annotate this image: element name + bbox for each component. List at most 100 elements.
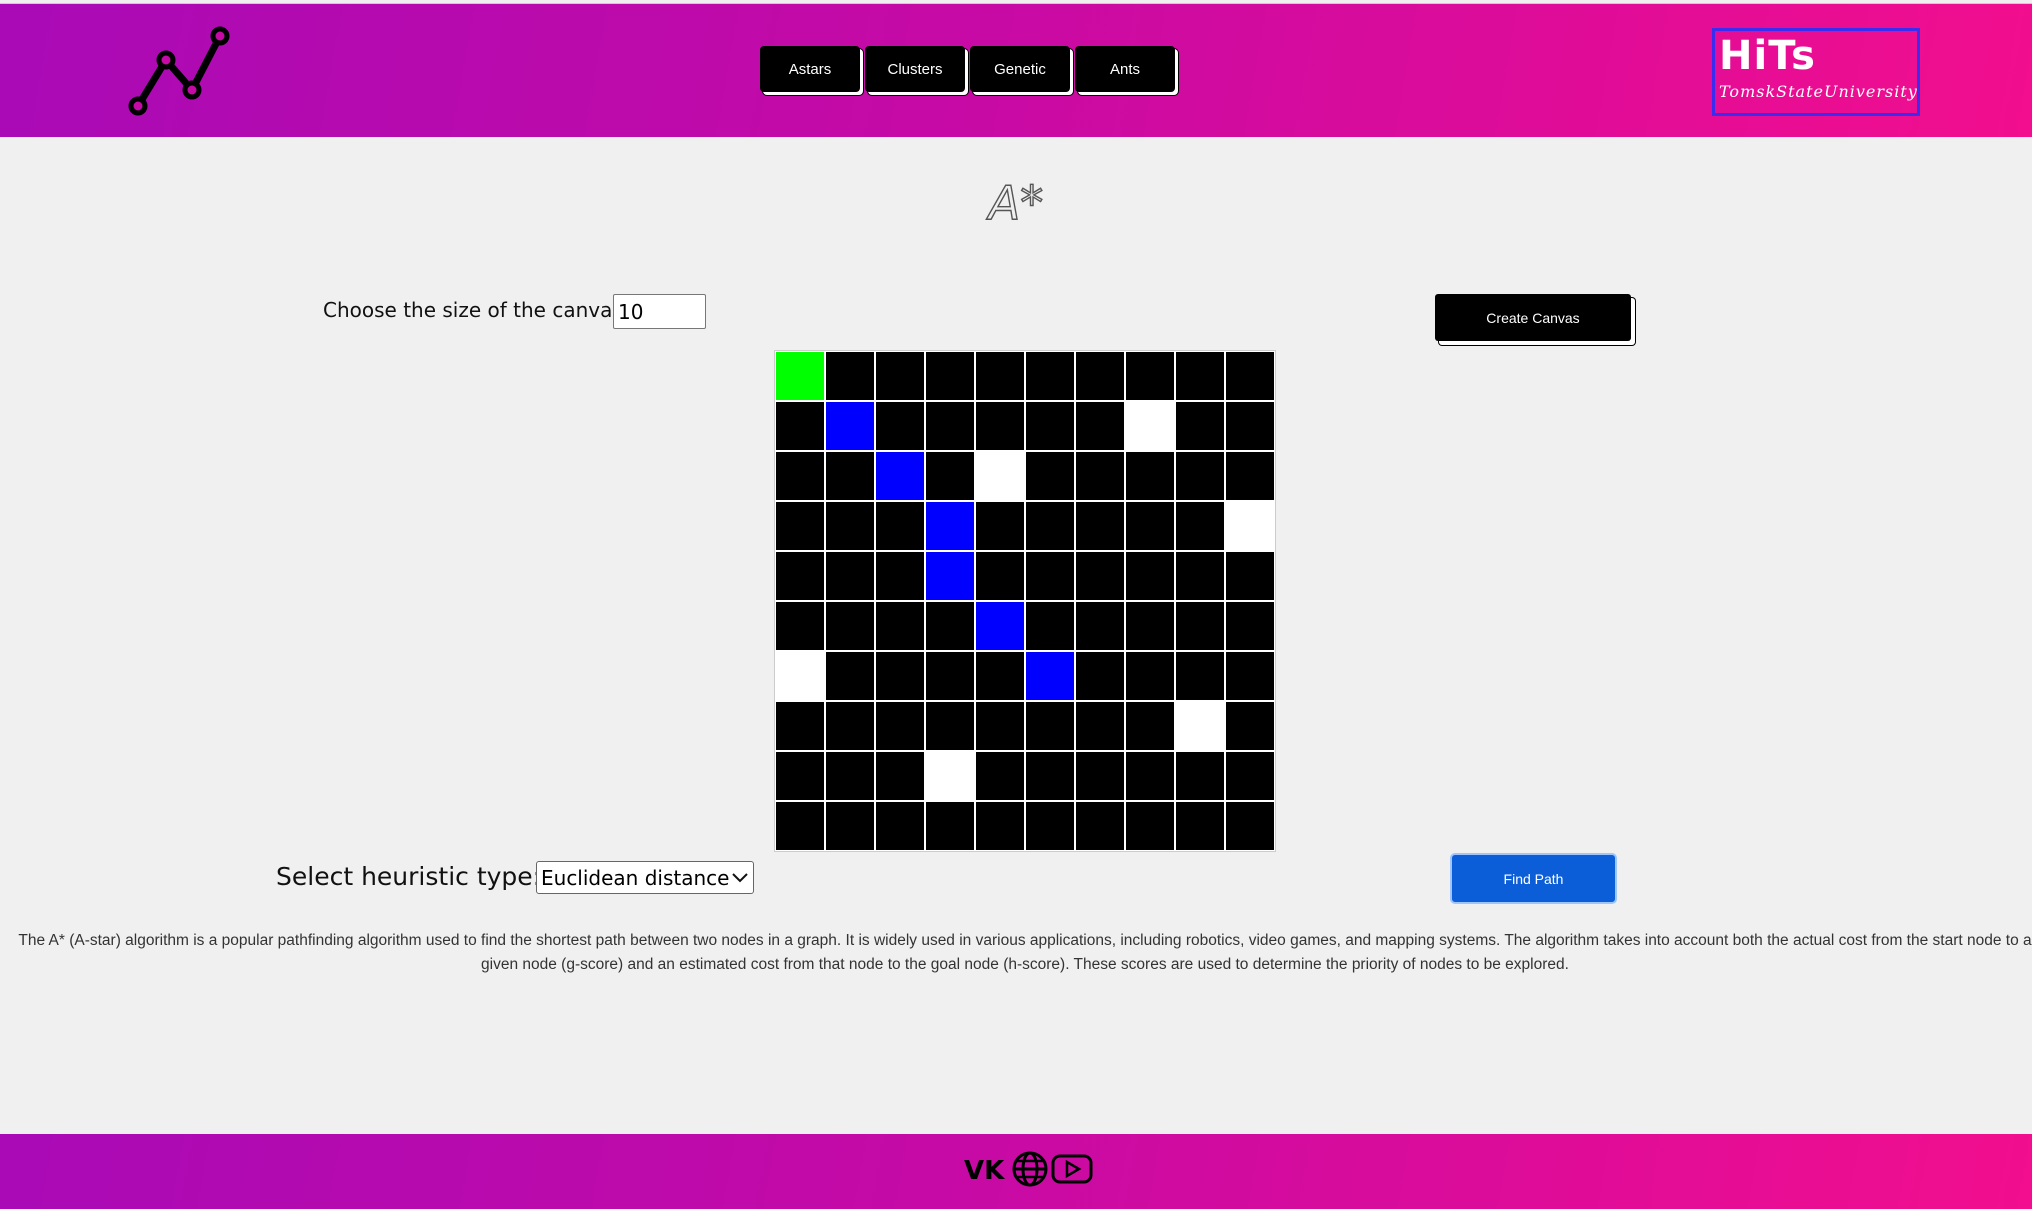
grid-cell[interactable] [1176, 352, 1224, 400]
grid-cell-path[interactable] [926, 552, 974, 600]
grid-cell[interactable] [876, 652, 924, 700]
grid-cell[interactable] [1026, 602, 1074, 650]
grid-cell[interactable] [1226, 702, 1274, 750]
grid-cell[interactable] [1176, 502, 1224, 550]
grid-cell-path[interactable] [1026, 652, 1074, 700]
grid-cell[interactable] [1076, 402, 1124, 450]
nav-clusters-button[interactable]: Clusters [865, 46, 965, 92]
grid-cell[interactable] [926, 702, 974, 750]
grid-cell[interactable] [1076, 452, 1124, 500]
grid-cell[interactable] [976, 502, 1024, 550]
grid-cell[interactable] [876, 402, 924, 450]
youtube-icon[interactable] [1051, 1152, 1093, 1186]
grid-cell[interactable] [1076, 602, 1124, 650]
grid-cell-wall[interactable] [1226, 502, 1274, 550]
grid-cell[interactable] [1026, 502, 1074, 550]
globe-icon[interactable] [1011, 1150, 1049, 1188]
grid-cell[interactable] [826, 452, 874, 500]
grid-cell[interactable] [1226, 352, 1274, 400]
grid-cell[interactable] [1226, 602, 1274, 650]
grid-cell[interactable] [826, 502, 874, 550]
grid-cell-path[interactable] [876, 452, 924, 500]
grid-cell[interactable] [976, 702, 1024, 750]
grid-cell[interactable] [1226, 452, 1274, 500]
grid-cell[interactable] [1226, 752, 1274, 800]
grid-cell[interactable] [1076, 802, 1124, 850]
heuristic-select[interactable]: Euclidean distance [536, 861, 754, 894]
grid-cell[interactable] [926, 802, 974, 850]
grid-cell[interactable] [976, 752, 1024, 800]
grid-cell[interactable] [1176, 402, 1224, 450]
grid-cell-path[interactable] [826, 402, 874, 450]
find-path-button[interactable]: Find Path [1450, 853, 1617, 904]
grid-cell-wall[interactable] [1126, 402, 1174, 450]
grid-cell[interactable] [1126, 652, 1174, 700]
grid-cell[interactable] [1126, 452, 1174, 500]
canvas-size-input[interactable] [613, 294, 706, 329]
grid-cell[interactable] [826, 352, 874, 400]
grid-cell[interactable] [1126, 752, 1174, 800]
grid-cell[interactable] [876, 602, 924, 650]
grid-cell[interactable] [776, 702, 824, 750]
grid-cell[interactable] [1126, 702, 1174, 750]
grid-cell[interactable] [776, 552, 824, 600]
grid-cell-wall[interactable] [776, 652, 824, 700]
grid-cell[interactable] [876, 752, 924, 800]
grid-cell[interactable] [1176, 552, 1224, 600]
grid-cell[interactable] [826, 802, 874, 850]
grid-cell-path[interactable] [926, 502, 974, 550]
grid-cell-path[interactable] [976, 602, 1024, 650]
grid-cell[interactable] [826, 752, 874, 800]
create-canvas-button[interactable]: Create Canvas [1435, 294, 1631, 341]
grid-cell[interactable] [776, 802, 824, 850]
grid-cell[interactable] [1076, 552, 1124, 600]
grid-cell[interactable] [1026, 552, 1074, 600]
grid-cell[interactable] [926, 452, 974, 500]
grid-cell[interactable] [776, 452, 824, 500]
grid-cell[interactable] [776, 752, 824, 800]
grid-cell[interactable] [1026, 702, 1074, 750]
grid-cell[interactable] [826, 652, 874, 700]
vk-icon[interactable]: VK [963, 1151, 1009, 1187]
grid-cell[interactable] [1026, 452, 1074, 500]
grid-cell[interactable] [826, 602, 874, 650]
grid-cell[interactable] [1176, 602, 1224, 650]
grid-cell[interactable] [1176, 752, 1224, 800]
grid-cell[interactable] [1126, 552, 1174, 600]
grid-cell[interactable] [776, 502, 824, 550]
grid-cell[interactable] [1026, 352, 1074, 400]
grid-cell[interactable] [1126, 352, 1174, 400]
grid-cell[interactable] [1026, 402, 1074, 450]
grid-cell[interactable] [826, 552, 874, 600]
grid-cell[interactable] [1026, 802, 1074, 850]
grid-cell[interactable] [876, 352, 924, 400]
grid-cell[interactable] [1126, 802, 1174, 850]
nav-genetic-button[interactable]: Genetic [970, 46, 1070, 92]
grid-cell[interactable] [776, 402, 824, 450]
grid-cell[interactable] [776, 602, 824, 650]
grid-cell[interactable] [926, 652, 974, 700]
grid-cell[interactable] [976, 352, 1024, 400]
pathfinding-grid[interactable] [774, 350, 1276, 852]
grid-cell[interactable] [926, 602, 974, 650]
grid-cell[interactable] [1076, 702, 1124, 750]
grid-cell[interactable] [876, 552, 924, 600]
grid-cell-wall[interactable] [926, 752, 974, 800]
nav-ants-button[interactable]: Ants [1075, 46, 1175, 92]
grid-cell[interactable] [1226, 802, 1274, 850]
grid-cell[interactable] [1226, 402, 1274, 450]
brand-logo[interactable]: HiTs TomskStateUniversity [1712, 28, 1920, 116]
grid-cell[interactable] [1126, 502, 1174, 550]
grid-cell[interactable] [976, 802, 1024, 850]
grid-cell[interactable] [1076, 352, 1124, 400]
grid-cell-wall[interactable] [1176, 702, 1224, 750]
grid-cell[interactable] [1226, 552, 1274, 600]
grid-cell[interactable] [976, 552, 1024, 600]
grid-cell[interactable] [876, 802, 924, 850]
grid-cell-wall[interactable] [976, 452, 1024, 500]
grid-cell[interactable] [876, 502, 924, 550]
grid-cell[interactable] [926, 352, 974, 400]
grid-cell[interactable] [1126, 602, 1174, 650]
grid-cell[interactable] [1076, 652, 1124, 700]
grid-cell[interactable] [1176, 802, 1224, 850]
